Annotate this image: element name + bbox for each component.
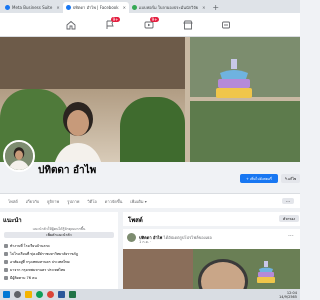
- friends-icon[interactable]: 9+: [104, 17, 120, 31]
- edge-icon[interactable]: [36, 291, 43, 298]
- profile-avatar[interactable]: [3, 140, 35, 172]
- tab-checkins[interactable]: ดาวจัดขึ้น: [105, 198, 123, 205]
- intro-title: แนะนำ: [3, 217, 22, 224]
- post-author-avatar[interactable]: [127, 233, 136, 242]
- close-icon[interactable]: ✕: [202, 5, 205, 10]
- tab-posts[interactable]: โพสต์: [8, 198, 18, 205]
- windows-start-icon[interactable]: [3, 291, 10, 298]
- intro-row-lives: อาศัยอยู่ที่ กรุงเทพมหานคร ประเทศไทย: [4, 259, 70, 265]
- gaming-icon[interactable]: [220, 19, 232, 31]
- posts-title: โพสต์: [128, 217, 143, 224]
- watch-icon[interactable]: 9+: [143, 17, 159, 31]
- search-icon[interactable]: [14, 291, 21, 298]
- location-icon: [4, 268, 8, 272]
- tab-videos[interactable]: วิดีโอ: [87, 198, 96, 205]
- tab-label: Meta Business Suite: [12, 5, 53, 10]
- browser-tab-facebook[interactable]: ปทิตดา อำไพ | Facebook ✕: [62, 2, 129, 13]
- profile-person-image: [54, 102, 102, 162]
- filter-button[interactable]: ตัวกรอง: [279, 215, 299, 222]
- watch-badge: 9+: [150, 17, 159, 22]
- intro-row-education: ไปโรงเรียนที่ ทุ่งเจดีย์ราชมหาวิทยาลัยรา…: [4, 251, 78, 257]
- add-story-button[interactable]: + เพิ่มไปยังสตอรี่: [240, 174, 278, 183]
- browser-tab-meta[interactable]: Meta Business Suite ✕: [2, 2, 63, 13]
- tab-about[interactable]: เกี่ยวกับ: [26, 198, 39, 205]
- birthday-cake-icon: [257, 261, 275, 283]
- meta-icon: [5, 5, 10, 10]
- intro-row-work: ทำงานที่ โรงเรียนบ้านลาด: [4, 243, 50, 249]
- marketplace-icon[interactable]: [182, 19, 194, 31]
- posts-header: โพสต์ ตัวกรอง: [123, 212, 300, 226]
- excel-icon[interactable]: [69, 291, 76, 298]
- tab-photos[interactable]: รูปภาพ: [67, 198, 79, 205]
- rss-icon: [4, 276, 8, 280]
- tab-friends[interactable]: ยูจิกาพ: [47, 198, 59, 205]
- post-date[interactable]: 1 ก.ย. ·: [139, 239, 151, 245]
- tab-label: ปทิตดา อำไพ | Facebook: [72, 5, 119, 10]
- add-bio-button[interactable]: เพิ่มคำแนะนำตัว: [4, 232, 114, 238]
- browser-tab-bar: Meta Business Suite ✕ ปทิตดา อำไพ | Face…: [0, 0, 300, 13]
- plus-icon: +: [246, 176, 249, 181]
- intro-row-followers: มีผู้ติดตาม 76 คน: [4, 275, 37, 281]
- friends-badge: 9+: [111, 17, 120, 22]
- sheets-icon: [131, 5, 137, 10]
- intro-card: แนะนำ แนะนำตัวให้ผู้คนได้รู้จักคุณมากขึ้…: [0, 212, 118, 300]
- browser-tab-form[interactable]: แบบฟอร์ม ใบลาผองประมั่นนักวิจัย ✕: [129, 2, 209, 13]
- birthday-cake-icon: [216, 59, 252, 98]
- new-tab-button[interactable]: +: [208, 2, 223, 13]
- more-options-button[interactable]: ···: [282, 198, 294, 204]
- taskbar: 12:04 14/9/2565: [0, 289, 300, 300]
- home-icon: [4, 260, 8, 264]
- close-icon[interactable]: ✕: [56, 5, 59, 10]
- chrome-icon[interactable]: [47, 291, 54, 298]
- facebook-top-nav: 9+ 9+: [0, 13, 300, 37]
- edit-profile-button[interactable]: ✎ แก้ไข: [281, 174, 300, 183]
- home-icon[interactable]: [65, 19, 77, 31]
- briefcase-icon: [4, 244, 8, 248]
- profile-name: ปทิตดา อำไพ: [38, 165, 97, 176]
- post-more-icon[interactable]: ···: [288, 233, 294, 240]
- cover-photo[interactable]: [0, 37, 300, 162]
- word-icon[interactable]: [58, 291, 65, 298]
- cover-photo-side-bottom: [190, 101, 300, 162]
- intro-row-from: มาจาก กรุงเทพมหานคร ประเทศไทย: [4, 267, 65, 273]
- file-explorer-icon[interactable]: [25, 291, 32, 298]
- close-icon[interactable]: ✕: [123, 5, 126, 10]
- graduation-cap-icon: [4, 252, 8, 256]
- facebook-icon: [65, 5, 71, 10]
- profile-tabs: โพสต์ เกี่ยวกับ ยูจิกาพ รูปภาพ วิดีโอ ดา…: [0, 193, 300, 208]
- clock[interactable]: 12:04 14/9/2565: [279, 291, 297, 299]
- tab-more[interactable]: เพิ่มเติม ▾: [130, 198, 147, 205]
- tab-label: แบบฟอร์ม ใบลาผองประมั่นนักวิจัย: [138, 5, 199, 10]
- post-action: ได้อัปเดตรูปโปรไฟล์ของเธอ: [163, 235, 212, 240]
